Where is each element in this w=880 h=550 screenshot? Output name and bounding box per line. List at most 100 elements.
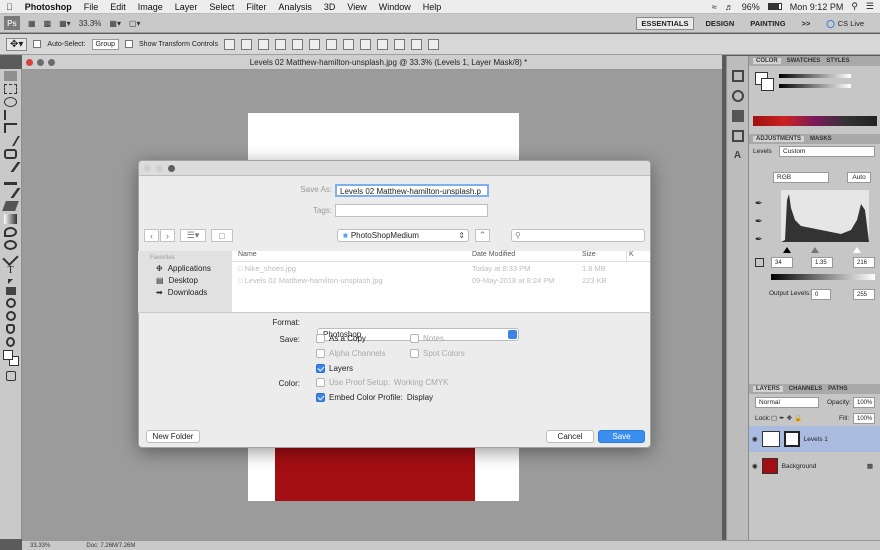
column-kind[interactable]: K bbox=[626, 251, 650, 261]
column-name[interactable]: Name bbox=[232, 251, 472, 261]
menu-select[interactable]: Select bbox=[203, 0, 240, 14]
location-popup[interactable]: ■ PhotoShopMedium ⇕ bbox=[337, 229, 469, 242]
lasso-tool-icon[interactable] bbox=[4, 97, 17, 107]
menu-image[interactable]: Image bbox=[132, 0, 169, 14]
distribute-left-icon[interactable] bbox=[377, 38, 388, 50]
wifi-icon[interactable]: ≈ bbox=[712, 2, 717, 12]
sidebar-item-applications[interactable]: ❉ Applications bbox=[138, 261, 232, 273]
alpha-channels-checkbox[interactable] bbox=[316, 349, 325, 358]
layer-row-background[interactable]: ◉ Background ▩ bbox=[749, 454, 880, 478]
3d-orbit-tool-icon[interactable] bbox=[5, 311, 16, 321]
input-gray-value[interactable]: 1.35 bbox=[811, 257, 833, 268]
foreground-swatch[interactable] bbox=[2, 350, 13, 360]
expand-dialog-icon[interactable]: ⌃ bbox=[475, 229, 490, 242]
input-gray-slider[interactable] bbox=[811, 243, 819, 253]
dialog-minimize-icon[interactable] bbox=[156, 165, 163, 172]
tab-masks[interactable]: MASKS bbox=[810, 136, 832, 142]
menu-layer[interactable]: Layer bbox=[169, 0, 204, 14]
align-bottom-icon[interactable] bbox=[258, 38, 269, 50]
column-size[interactable]: Size bbox=[582, 251, 626, 261]
notification-center-icon[interactable]: ☰ bbox=[866, 1, 874, 12]
opacity-value[interactable]: 100% bbox=[853, 397, 875, 408]
zoom-tool-icon[interactable] bbox=[6, 337, 15, 347]
spot-colors-option[interactable]: Spot Colors bbox=[410, 349, 465, 358]
distribute-bottom-icon[interactable] bbox=[360, 38, 371, 50]
input-black-slider[interactable] bbox=[783, 243, 791, 253]
distribute-vcenter-icon[interactable] bbox=[343, 38, 354, 50]
crop-tool-icon[interactable] bbox=[4, 123, 17, 133]
eyedropper-black-icon[interactable]: ✒ bbox=[755, 198, 763, 209]
foreground-background-colors[interactable] bbox=[2, 350, 19, 368]
show-transform-checkbox[interactable] bbox=[125, 40, 134, 48]
view-mode-button[interactable]: ☰▾ bbox=[180, 229, 206, 242]
menu-app-name[interactable]: Photoshop bbox=[19, 0, 78, 14]
menu-3d[interactable]: 3D bbox=[318, 0, 342, 14]
align-right-icon[interactable] bbox=[309, 38, 320, 50]
eye-icon[interactable]: ◉ bbox=[752, 462, 758, 470]
notes-checkbox[interactable] bbox=[410, 334, 419, 343]
output-black-value[interactable]: 0 bbox=[811, 289, 831, 300]
embed-color-profile-checkbox[interactable] bbox=[316, 393, 325, 402]
eye-icon[interactable]: ◉ bbox=[752, 435, 758, 443]
move-tool-icon[interactable] bbox=[4, 71, 17, 81]
fill-value[interactable]: 100% bbox=[853, 413, 875, 424]
battery-icon[interactable] bbox=[767, 3, 782, 10]
forward-nav-icon[interactable]: › bbox=[160, 229, 175, 242]
healing-brush-tool-icon[interactable] bbox=[4, 149, 17, 159]
back-nav-icon[interactable]: ‹ bbox=[144, 229, 159, 242]
eyedropper-tool-icon[interactable] bbox=[1, 136, 20, 146]
character-panel-icon[interactable]: A bbox=[732, 150, 744, 162]
hand-tool-icon[interactable] bbox=[6, 324, 15, 334]
background-layer-thumb[interactable] bbox=[761, 458, 778, 474]
auto-select-checkbox[interactable] bbox=[33, 40, 42, 48]
distribute-right-icon[interactable] bbox=[411, 38, 422, 50]
history-panel-icon[interactable] bbox=[731, 70, 744, 82]
notes-option[interactable]: Notes bbox=[410, 334, 444, 343]
dialog-close-icon[interactable] bbox=[144, 165, 151, 172]
levels-channel-select[interactable]: RGB bbox=[773, 172, 829, 183]
color-slider-2[interactable] bbox=[779, 84, 851, 88]
dodge-tool-icon[interactable] bbox=[4, 240, 17, 250]
levels-preset-select[interactable]: Custom bbox=[779, 146, 875, 157]
3d-rotate-tool-icon[interactable] bbox=[5, 298, 16, 308]
clone-source-panel-icon[interactable] bbox=[731, 130, 744, 142]
info-panel-icon[interactable] bbox=[731, 90, 744, 102]
workspace-essentials[interactable]: ESSENTIALS bbox=[636, 16, 694, 30]
marquee-tool-icon[interactable] bbox=[4, 84, 17, 94]
new-folder-button[interactable]: New Folder bbox=[146, 430, 200, 443]
launch-bridge-icon[interactable]: ▦ bbox=[28, 19, 36, 28]
dialog-zoom-icon[interactable] bbox=[168, 165, 175, 172]
volume-icon[interactable]: ♬ bbox=[725, 2, 734, 12]
workspace-painting[interactable]: PAINTING bbox=[746, 18, 789, 29]
history-brush-tool-icon[interactable] bbox=[0, 188, 21, 198]
file-row[interactable]: □ Levels 02 Matthew-hamilton-unsplash.jp… bbox=[232, 274, 650, 286]
close-window-icon[interactable] bbox=[26, 58, 33, 66]
minimize-window-icon[interactable] bbox=[37, 58, 44, 66]
menu-window[interactable]: Window bbox=[373, 0, 417, 14]
brush-tool-icon[interactable] bbox=[0, 162, 21, 172]
apple-icon[interactable]:  bbox=[0, 0, 19, 14]
auto-select-target[interactable]: Group bbox=[91, 38, 120, 50]
alpha-channels-option[interactable]: Alpha Channels bbox=[316, 349, 385, 358]
save-as-filename-input[interactable]: Levels 02 Matthew-hamilton-unsplash.p bbox=[335, 184, 489, 197]
search-input[interactable]: ⚲ bbox=[511, 229, 645, 242]
status-doc-size[interactable]: Doc: 7.26M/7.26M bbox=[86, 543, 135, 549]
menu-edit[interactable]: Edit bbox=[104, 0, 132, 14]
eyedropper-white-icon[interactable]: ✒ bbox=[755, 234, 763, 245]
type-tool-icon[interactable]: T bbox=[4, 266, 17, 276]
column-date-modified[interactable]: Date Modified bbox=[472, 251, 582, 261]
input-black-value[interactable]: 34 bbox=[771, 257, 793, 268]
layer-mask-thumb[interactable] bbox=[783, 431, 800, 447]
input-white-value[interactable]: 216 bbox=[853, 257, 875, 268]
quick-select-tool-icon[interactable] bbox=[4, 110, 17, 120]
status-zoom[interactable]: 33.33% bbox=[30, 543, 50, 549]
distribute-hcenter-icon[interactable] bbox=[394, 38, 405, 50]
menu-analysis[interactable]: Analysis bbox=[272, 0, 318, 14]
layers-option[interactable]: Layers bbox=[316, 364, 353, 373]
align-top-icon[interactable] bbox=[224, 38, 235, 50]
shape-tool-icon[interactable] bbox=[5, 287, 16, 295]
layers-checkbox[interactable] bbox=[316, 364, 325, 373]
zoom-level[interactable]: 33.3% bbox=[79, 19, 102, 28]
workspace-design[interactable]: DESIGN bbox=[702, 18, 739, 29]
input-white-slider[interactable] bbox=[853, 243, 861, 253]
